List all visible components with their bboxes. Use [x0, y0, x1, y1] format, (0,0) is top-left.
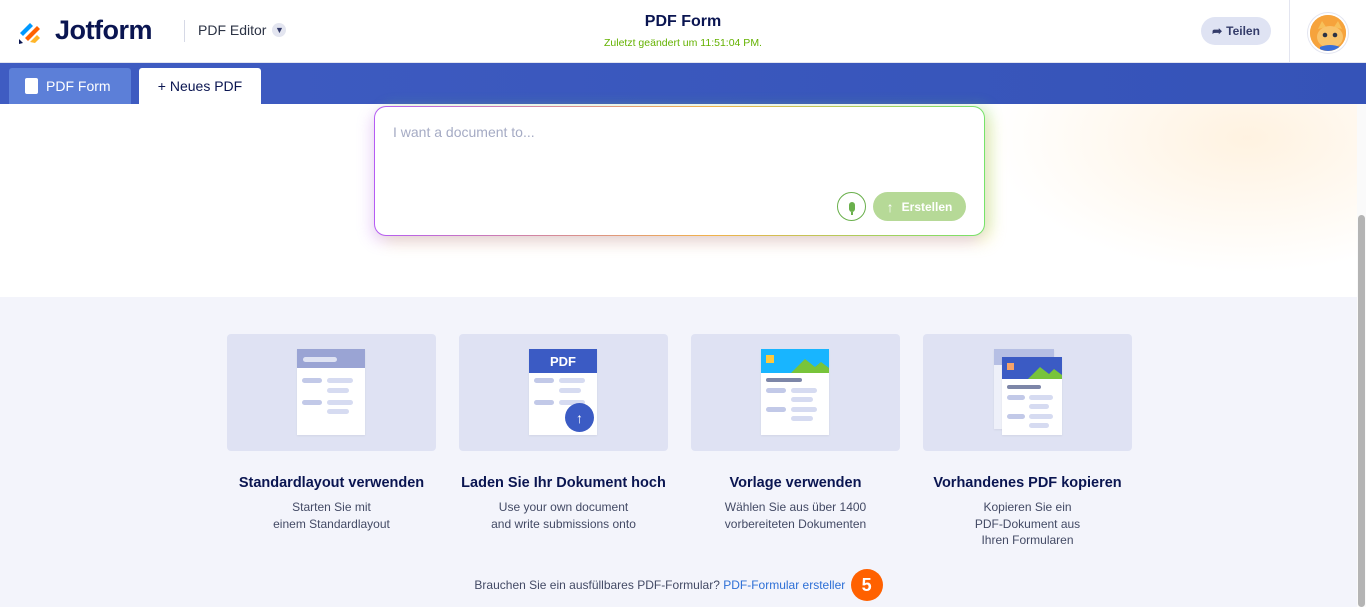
brand-name: Jotform: [55, 15, 153, 45]
document-title[interactable]: PDF Form: [583, 13, 783, 31]
upload-arrow-icon: ↑: [565, 403, 594, 432]
microphone-icon: [848, 201, 855, 215]
card-title: Vorlage verwenden: [729, 475, 862, 491]
tab-label: + Neues PDF: [157, 78, 243, 94]
tab-pdf-form[interactable]: PDF Form: [9, 68, 131, 104]
desc-line: vorbereiteten Dokumenten: [724, 516, 867, 531]
card-illustration: [227, 334, 436, 451]
card-title: Vorhandenes PDF kopieren: [933, 475, 1122, 491]
copy-document-icon: [1002, 357, 1062, 435]
decorative-glow: [990, 104, 1357, 274]
template-icon: [761, 349, 829, 435]
blank-layout-icon: [297, 349, 365, 435]
card-standard-layout[interactable]: Standardlayout verwenden Starten Sie mit…: [227, 334, 436, 532]
card-description: Use your own document and write submissi…: [459, 499, 668, 532]
share-arrow-icon: ➦: [1212, 24, 1223, 38]
top-header: Jotform PDF Editor ▼ PDF Form Zuletzt ge…: [0, 0, 1366, 63]
share-label: Teilen: [1226, 24, 1260, 38]
document-tab-bar: PDF Form + Neues PDF: [0, 63, 1366, 104]
desc-line: Kopieren Sie ein: [983, 500, 1072, 514]
card-upload-document[interactable]: PDF ↑ Laden Sie Ihr Dokument hoch Use yo…: [459, 334, 668, 532]
scrollbar-thumb[interactable]: [1358, 215, 1365, 607]
image-header-icon: [761, 349, 829, 373]
desc-line: Wählen Sie aus über 1400: [724, 500, 867, 514]
share-button[interactable]: ➦ Teilen: [1201, 17, 1271, 45]
header-separator: [1289, 0, 1290, 63]
document-icon: [25, 78, 38, 94]
tab-label: PDF Form: [46, 78, 111, 94]
desc-line: einem Standardlayout: [273, 516, 390, 531]
jotform-logo-icon: [19, 22, 40, 44]
step-badge: 5: [850, 569, 883, 601]
card-title: Laden Sie Ihr Dokument hoch: [461, 475, 666, 491]
saved-status: Zuletzt geändert um 11:51:04 PM.: [604, 37, 762, 49]
card-description: Starten Sie mit einem Standardlayout: [227, 499, 436, 532]
card-use-template[interactable]: Vorlage verwenden Wählen Sie aus über 14…: [691, 334, 900, 532]
desc-line: and write submissions onto: [491, 516, 636, 531]
avatar-cat-icon: [1310, 15, 1346, 51]
desc-line: Use your own document: [498, 500, 629, 514]
ai-prompt-box: ↑ Erstellen: [374, 106, 985, 236]
header-divider: [184, 20, 185, 42]
card-description: Kopieren Sie ein PDF-Dokument aus Ihren …: [923, 499, 1132, 549]
card-title: Standardlayout verwenden: [238, 475, 425, 491]
create-button[interactable]: ↑ Erstellen: [873, 192, 966, 221]
tab-new-pdf[interactable]: + Neues PDF: [139, 68, 261, 104]
note-question: Brauchen Sie ein ausfüllbares PDF-Formul…: [474, 578, 720, 593]
card-illustration: [691, 334, 900, 451]
image-header-icon: [1002, 357, 1062, 379]
card-illustration: PDF ↑: [459, 334, 668, 451]
fillable-pdf-note: Brauchen Sie ein ausfüllbares PDF-Formul…: [0, 569, 1357, 602]
pdf-label: PDF: [529, 349, 597, 373]
desc-line: PDF-Dokument aus: [974, 516, 1081, 531]
card-description: Wählen Sie aus über 1400 vorbereiteten D…: [691, 499, 900, 532]
card-copy-existing-pdf[interactable]: Vorhandenes PDF kopieren Kopieren Sie ei…: [923, 334, 1132, 549]
editor-switcher[interactable]: PDF Editor ▼: [198, 22, 287, 38]
user-avatar[interactable]: [1308, 13, 1348, 53]
pdf-upload-icon: PDF ↑: [529, 349, 597, 435]
desc-line: Ihren Formularen: [981, 533, 1074, 547]
create-label: Erstellen: [901, 199, 953, 214]
chevron-down-icon: ▼: [272, 23, 287, 37]
jotform-logo[interactable]: Jotform: [17, 15, 153, 46]
creation-options-section: Standardlayout verwenden Starten Sie mit…: [0, 297, 1357, 607]
arrow-up-icon: ↑: [886, 198, 894, 215]
pdf-form-creator-link[interactable]: PDF-Formular ersteller: [723, 578, 845, 592]
editor-label: PDF Editor: [198, 22, 267, 38]
desc-line: Starten Sie mit: [292, 500, 371, 514]
card-illustration: [923, 334, 1132, 451]
microphone-button[interactable]: [837, 192, 866, 221]
prompt-input[interactable]: [393, 124, 953, 140]
